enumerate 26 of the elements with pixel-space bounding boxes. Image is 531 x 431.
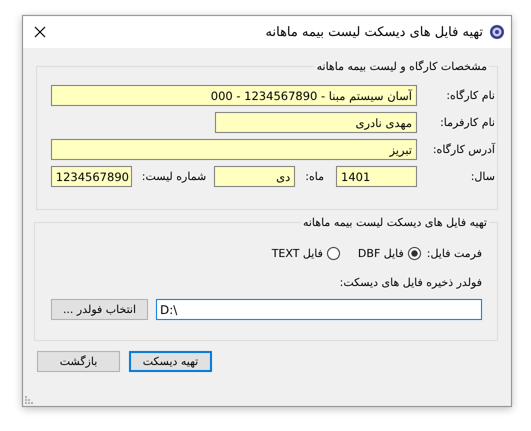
dialog-button[interactable]: بازگشت	[37, 351, 120, 372]
close-icon	[34, 26, 46, 38]
field-label: آدرس کارگاه:	[432, 143, 495, 156]
radio-option[interactable]: فایل TEXT	[272, 247, 340, 260]
text-field[interactable]: تبریز	[51, 139, 417, 160]
dialog-button[interactable]: تهیه دیسکت	[129, 351, 212, 372]
radio-option[interactable]: فایل DBF	[358, 247, 421, 260]
field-label: نام کارفرما:	[439, 116, 495, 129]
field-label: شماره لیست:	[142, 170, 206, 183]
emblem-icon	[489, 24, 505, 40]
folder-path-field[interactable]: D:\	[156, 299, 482, 320]
text-field[interactable]: دی	[214, 166, 296, 187]
field-label: سال:	[470, 170, 495, 183]
text-field[interactable]: 1234567890	[50, 166, 132, 187]
browse-button[interactable]: انتخاب فولدر ...	[51, 299, 148, 320]
field-label: نام کارگاه:	[445, 89, 495, 102]
text-field[interactable]: 1401	[336, 166, 417, 187]
group-title: مشخصات کارگاه و لیست بیمه ماهانه	[316, 60, 488, 73]
text-field[interactable]: آسان سیستم مبنا - 1234567890 - 000	[51, 85, 417, 106]
field-label: ماه:	[305, 170, 324, 183]
group-title: تهیه فایل های دیسکت لیست بیمه ماهانه	[302, 216, 488, 229]
resize-grip-icon	[25, 396, 33, 404]
window-title: تهیه فایل های دیسکت لیست بیمه ماهانه	[264, 24, 483, 40]
text-field[interactable]: مهدی نادری	[215, 112, 417, 133]
field-label: فولدر ذخیره فایل های دیسکت:	[338, 276, 482, 289]
field-label: فرمت فایل:	[426, 247, 482, 260]
